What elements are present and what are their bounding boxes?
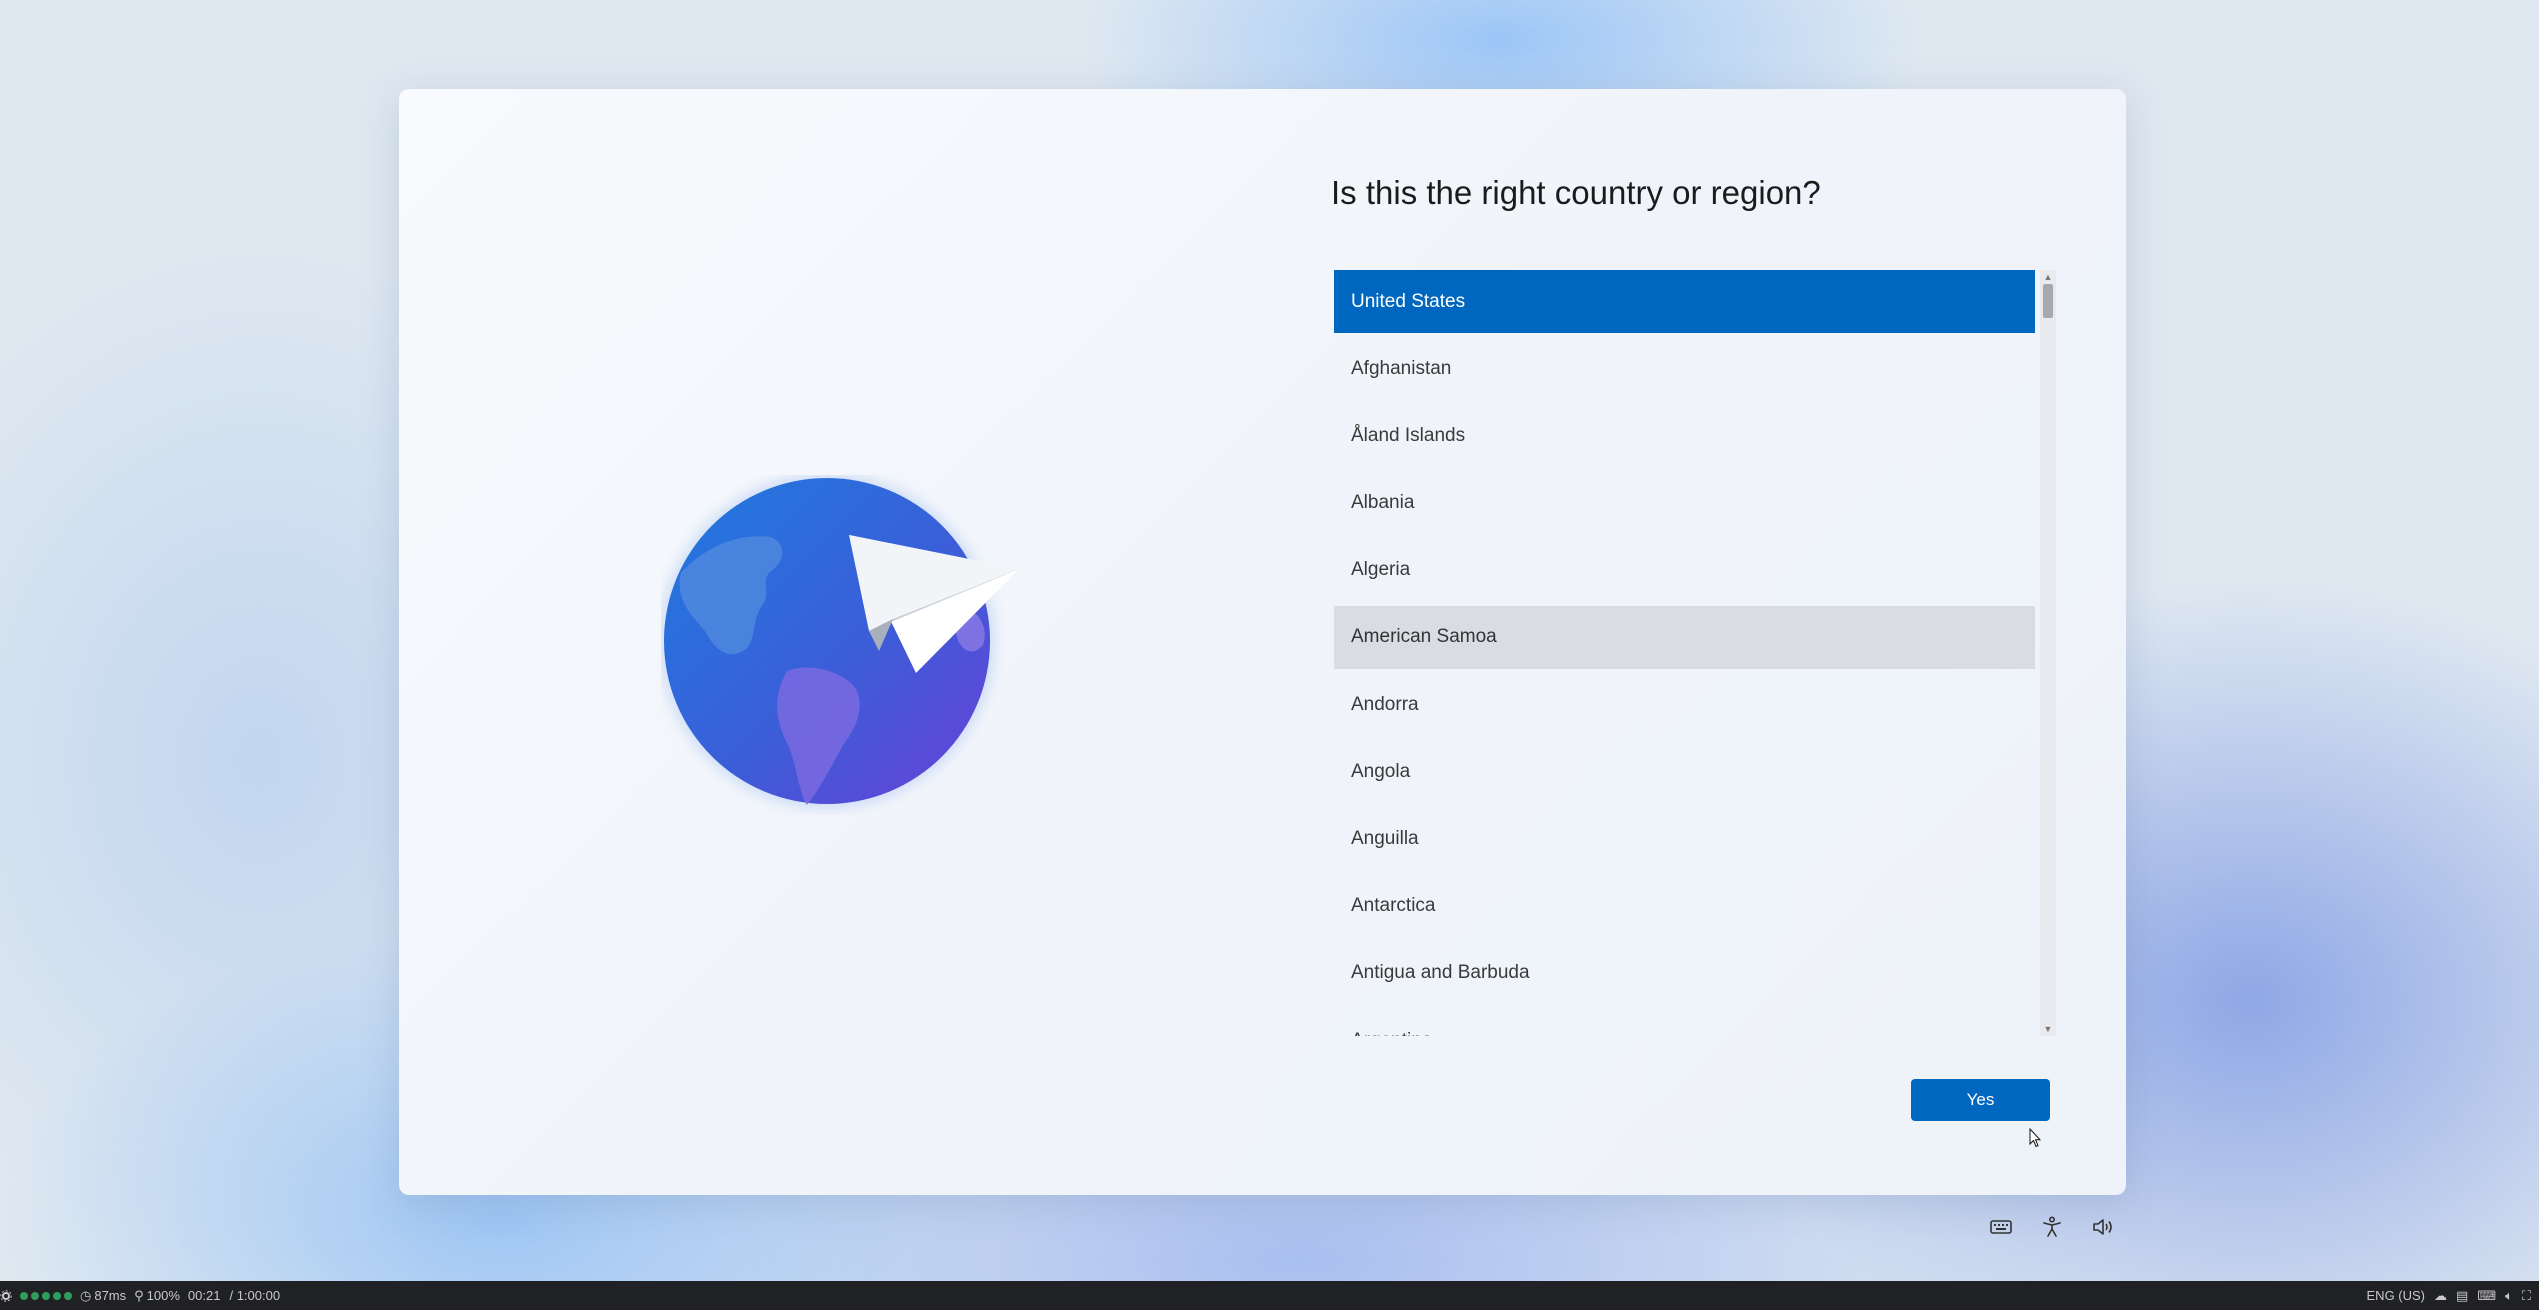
language-indicator[interactable]: ENG (US) [2367, 1288, 2426, 1303]
cloud-icon[interactable]: ☁ [2434, 1288, 2447, 1304]
oobe-dialog: Is this the right country or region? Uni… [399, 89, 2126, 1195]
mouse-cursor-icon [2029, 1128, 2041, 1148]
country-item[interactable]: Algeria [1334, 539, 2035, 602]
country-item[interactable]: Albania [1334, 472, 2035, 535]
yes-button[interactable]: Yes [1911, 1079, 2050, 1121]
country-listbox[interactable]: United States Afghanistan Åland Islands Alb… [1334, 270, 2056, 1036]
zoom-value: 100% [146, 1288, 180, 1303]
list-scrollbar[interactable]: ▲ ▼ [2040, 270, 2056, 1036]
settings-gear-icon[interactable] [0, 1289, 12, 1302]
latency-value: 87ms [94, 1288, 127, 1303]
clipboard-icon[interactable]: ▤ [2456, 1288, 2468, 1304]
country-item[interactable]: Andorra [1334, 673, 2035, 736]
country-item[interactable]: American Samoa [1334, 605, 2035, 669]
page-title: Is this the right country or region? [1331, 174, 1821, 211]
session-duration: / 1:00:00 [229, 1288, 281, 1303]
zoom-indicator[interactable]: ⚲ 100% [134, 1288, 180, 1304]
fullscreen-icon[interactable]: ⛶ [2522, 1288, 2531, 1304]
scroll-thumb[interactable] [2043, 284, 2053, 318]
country-item[interactable]: Antigua and Barbuda [1334, 942, 2035, 1005]
latency-indicator: ◷ 87ms [80, 1288, 126, 1304]
zoom-icon: ⚲ [134, 1287, 144, 1303]
volume-icon[interactable] [2090, 1214, 2116, 1240]
elapsed-time: 00:21 [187, 1288, 221, 1303]
connection-quality-indicator [20, 1291, 72, 1300]
country-item[interactable]: Afghanistan [1334, 337, 2035, 400]
country-item[interactable]: Argentina [1334, 1009, 2035, 1036]
country-list: United States Afghanistan Åland Islands Alb… [1334, 270, 2035, 1036]
speaker-icon[interactable]: 🔈︎ [2505, 1288, 2513, 1304]
country-item[interactable]: United States [1334, 270, 2035, 333]
scroll-up-arrow-icon[interactable]: ▲ [2040, 270, 2056, 284]
country-item[interactable]: Anguilla [1334, 808, 2035, 871]
country-item[interactable]: Åland Islands [1334, 404, 2035, 467]
accessibility-icon[interactable] [2039, 1214, 2065, 1240]
keyboard-icon[interactable] [1988, 1214, 2014, 1240]
session-statusbar: ◷ 87ms ⚲ 100% 00:21 / 1:00:00 ENG (US) ☁… [0, 1281, 2539, 1310]
scroll-down-arrow-icon[interactable]: ▼ [2040, 1022, 2056, 1036]
session-timer: 00:21 / 1:00:00 [188, 1288, 280, 1303]
stopwatch-icon: ◷ [80, 1287, 92, 1303]
keyboard-toggle-icon[interactable]: ⌨ [2477, 1288, 2496, 1304]
country-item[interactable]: Angola [1334, 740, 2035, 803]
globe-paper-plane-illustration [661, 475, 1019, 809]
country-item[interactable]: Antarctica [1334, 875, 2035, 938]
